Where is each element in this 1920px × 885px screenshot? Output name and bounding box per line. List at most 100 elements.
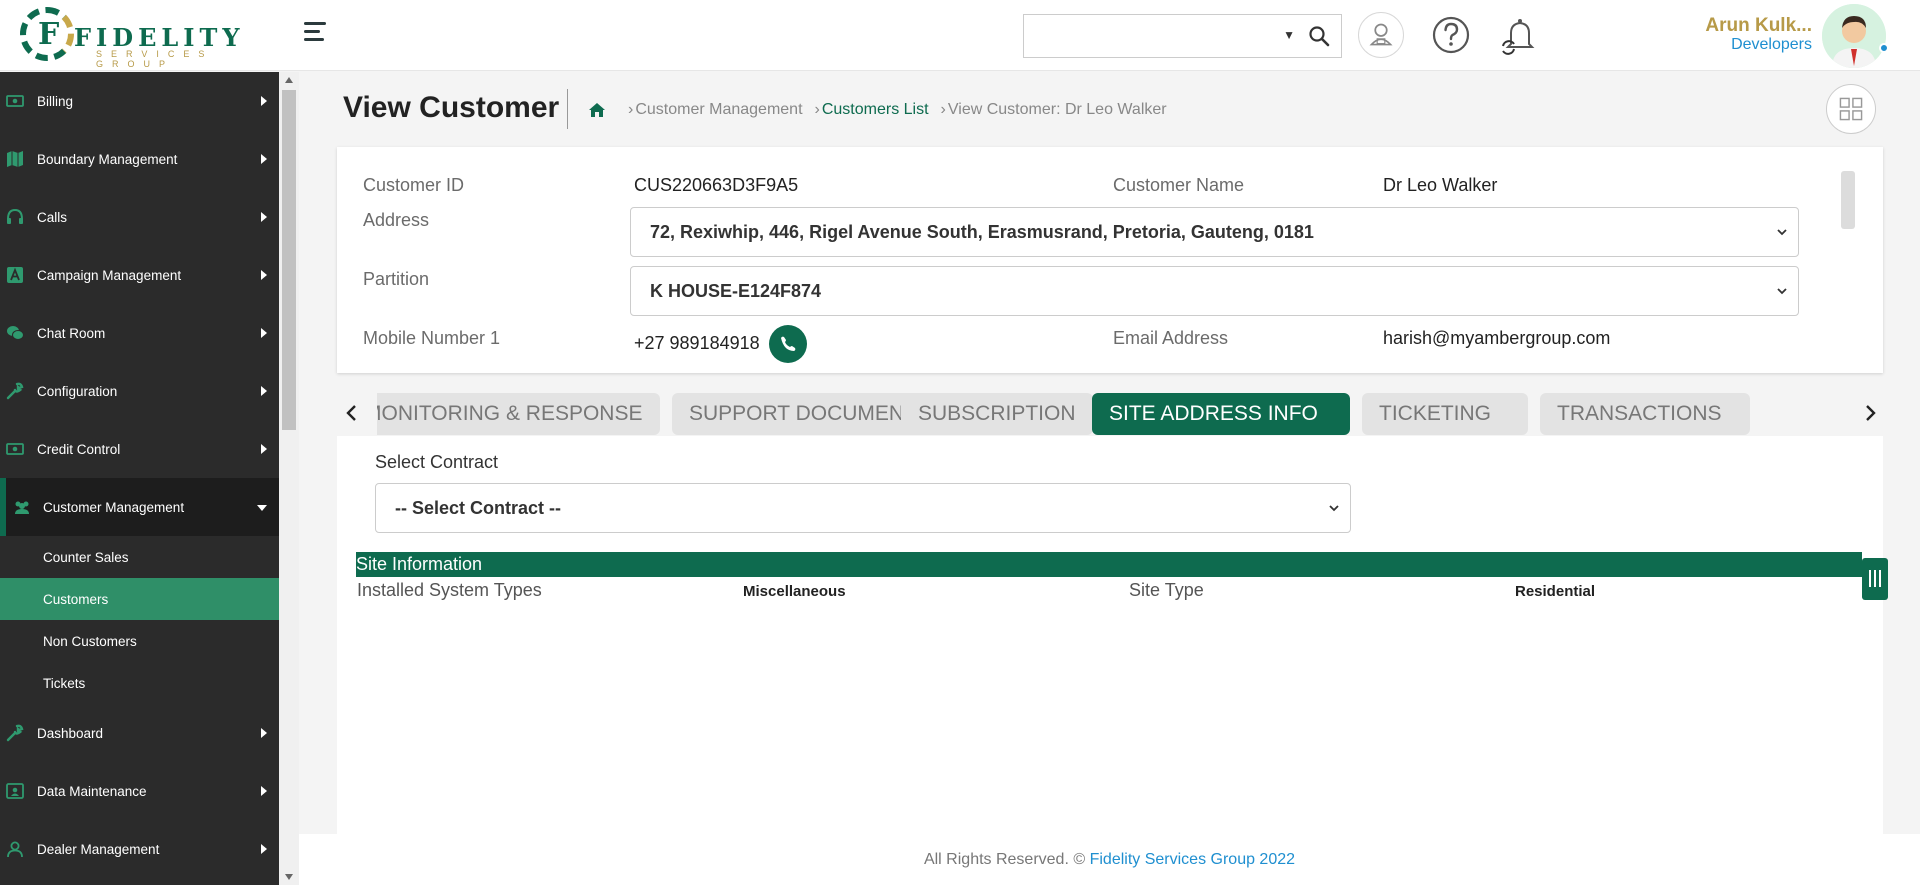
page-title: View Customer: [343, 91, 560, 124]
chevron-right-icon: [261, 444, 267, 454]
tabs-row: MONITORING & RESPONSE SUPPORT DOCUMENT SUB…: [337, 390, 1883, 436]
mobile-label: Mobile Number 1: [363, 328, 501, 348]
sidebar-item-credit-control[interactable]: Credit Control: [0, 420, 279, 478]
sidebar-item-boundary-management[interactable]: Boundary Management: [0, 130, 279, 188]
chevron-down-icon: [1777, 288, 1787, 295]
person-icon: [6, 840, 24, 858]
agent-user-icon[interactable]: [1358, 12, 1404, 58]
notification-bell-icon[interactable]: [1497, 12, 1543, 58]
chevron-right-icon: [261, 786, 267, 796]
card-scrollbar[interactable]: [1841, 171, 1855, 229]
site-type-value: Residential: [1515, 583, 1596, 600]
map-icon: [6, 150, 24, 168]
user-role: Developers: [1731, 36, 1812, 53]
sidebar-subitem-non-customers[interactable]: Non Customers: [0, 620, 279, 662]
logo-text: FIDELITY: [74, 23, 245, 52]
chevron-down-icon: [257, 505, 267, 511]
money-icon: [6, 440, 24, 458]
search-icon[interactable]: [1307, 24, 1331, 48]
chevron-right-icon: [261, 328, 267, 338]
sidebar-item-chat-room[interactable]: Chat Room: [0, 304, 279, 362]
sidebar-item-dealer-management[interactable]: Dealer Management: [0, 820, 279, 878]
phone-icon: [781, 336, 796, 351]
customer-id-label: Customer ID: [363, 175, 465, 195]
top-header: F FIDELITY SERVICES GROUP ▼ Arun Kulk...…: [0, 0, 1920, 71]
sidebar-item-customer-management[interactable]: Customer Management: [0, 478, 279, 536]
partition-select[interactable]: K HOUSE-E124F874: [630, 266, 1799, 316]
logo-subtext: SERVICES GROUP: [96, 49, 214, 69]
footer-text: All Rights Reserved. ©: [923, 851, 1086, 868]
tabs-list: MONITORING & RESPONSE SUPPORT DOCUMENT SUB…: [377, 390, 1847, 436]
customer-details-card: Customer ID CUS220663D3F9A5 Customer Nam…: [337, 147, 1883, 373]
tab-ticketing[interactable]: TICKETING: [1362, 393, 1528, 435]
global-search-select[interactable]: ▼: [1023, 14, 1342, 58]
sidebar-item-label: Data Maintenance: [37, 783, 147, 799]
customer-id-value: CUS220663D3F9A5: [634, 175, 799, 195]
mobile-value: +27 989184918: [634, 333, 760, 353]
avatar[interactable]: [1822, 4, 1886, 68]
chevron-down-icon: [1777, 229, 1787, 236]
address-select[interactable]: 72, Rexiwhip, 446, Rigel Avenue South, E…: [630, 207, 1799, 257]
sidebar-subitem-tickets[interactable]: Tickets: [0, 662, 279, 704]
contract-select[interactable]: -- Select Contract --: [375, 483, 1351, 533]
home-icon[interactable]: [588, 102, 606, 118]
tab-subscription[interactable]: SUBSCRIPTION: [901, 393, 1093, 435]
sidebar-item-label: Boundary Management: [37, 151, 178, 167]
email-value: harish@myambergroup.com: [1383, 328, 1611, 348]
site-type-label: Site Type: [1129, 580, 1204, 600]
customer-name-label: Customer Name: [1113, 175, 1245, 195]
sidebar-scrollbar[interactable]: [279, 72, 299, 885]
grid-view-button[interactable]: [1826, 84, 1876, 134]
address-value: 72, Rexiwhip, 446, Rigel Avenue South, E…: [650, 221, 1314, 242]
sidebar-item-label: Credit Control: [37, 441, 121, 457]
chevron-right-icon: [261, 96, 267, 106]
dropdown-caret-icon: ▼: [1283, 28, 1295, 42]
scrollbar-thumb[interactable]: [282, 90, 296, 430]
tab-site-address-info[interactable]: SITE ADDRESS INFO: [1092, 393, 1350, 435]
sidebar-item-configuration[interactable]: Configuration: [0, 362, 279, 420]
sidebar-item-label: Dealer Management: [37, 841, 160, 857]
sidebar-item-label: Campaign Management: [37, 267, 182, 283]
title-divider: [567, 89, 568, 129]
online-status-dot: [1879, 43, 1889, 53]
grid-icon: [1839, 97, 1863, 121]
chevron-left-icon[interactable]: [339, 400, 365, 426]
sidebar-item-label: Dashboard: [37, 725, 104, 741]
chevron-right-icon: [261, 844, 267, 854]
fidelity-logo[interactable]: F FIDELITY SERVICES GROUP: [18, 5, 258, 69]
chevron-right-icon: [261, 154, 267, 164]
chevron-down-icon: [1329, 505, 1339, 512]
sidebar-item-data-maintenance[interactable]: Data Maintenance: [0, 762, 279, 820]
sidebar-subitem-customers[interactable]: Customers: [0, 578, 279, 620]
menu-toggle-icon[interactable]: [304, 22, 328, 44]
headset-icon: [6, 208, 24, 226]
tab-transactions[interactable]: TRANSACTIONS: [1540, 393, 1750, 435]
breadcrumb-current: View Customer: Dr Leo Walker: [947, 101, 1167, 118]
column-toggle-handle[interactable]: [1862, 558, 1888, 600]
sidebar-item-label: Billing: [37, 93, 74, 109]
help-icon[interactable]: [1428, 12, 1474, 58]
wrench-icon: [6, 724, 24, 742]
chat-icon: [6, 324, 24, 342]
user-name[interactable]: Arun Kulk...: [1705, 15, 1812, 37]
scroll-down-icon[interactable]: [285, 874, 293, 880]
site-information-header: Site Information: [356, 552, 1862, 577]
footer-brand-link[interactable]: Fidelity Services Group 2022: [1090, 851, 1295, 868]
breadcrumb-customer-management[interactable]: Customer Management: [635, 101, 802, 119]
call-button[interactable]: [769, 325, 807, 363]
sidebar-item-billing[interactable]: Billing: [0, 72, 279, 130]
sidebar-subitem-counter-sales[interactable]: Counter Sales: [0, 536, 279, 578]
email-label: Email Address: [1113, 328, 1229, 348]
wrench-icon: [6, 382, 24, 400]
sidebar-item-dashboard[interactable]: Dashboard: [0, 704, 279, 762]
sidebar-item-calls[interactable]: Calls: [0, 188, 279, 246]
contract-value: -- Select Contract --: [395, 497, 562, 518]
tab-monitoring-response[interactable]: MONITORING & RESPONSE: [377, 393, 660, 435]
breadcrumb-customers-list[interactable]: Customers List: [822, 101, 929, 119]
scroll-up-icon[interactable]: [285, 77, 293, 83]
tab-support-document[interactable]: SUPPORT DOCUMENT: [672, 393, 934, 435]
select-contract-label: Select Contract: [375, 452, 499, 472]
chevron-right-icon: [261, 386, 267, 396]
chevron-right-icon[interactable]: [1857, 400, 1883, 426]
sidebar-item-campaign-management[interactable]: Campaign Management: [0, 246, 279, 304]
